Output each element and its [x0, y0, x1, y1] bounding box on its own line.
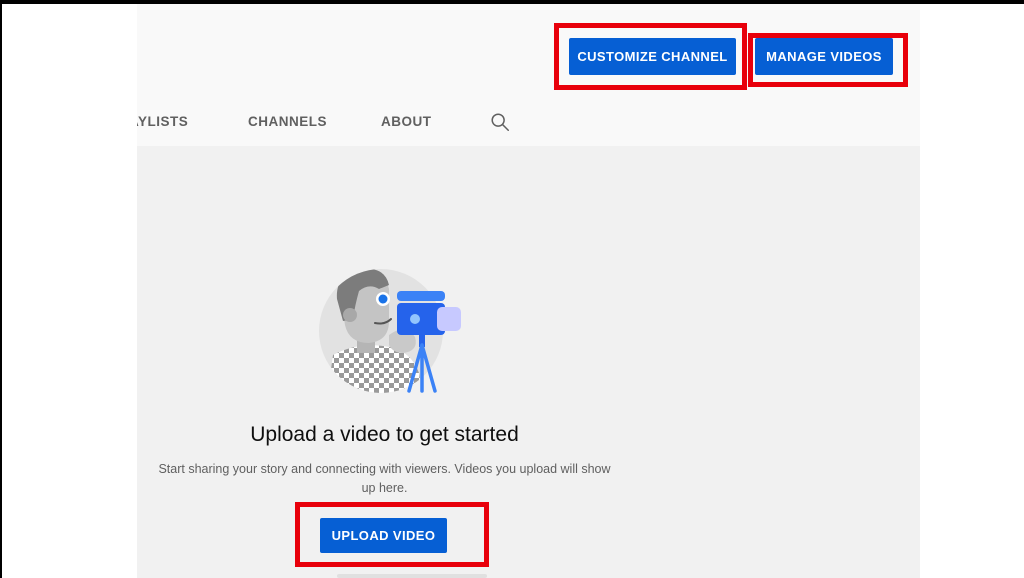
empty-state-title: Upload a video to get started	[250, 423, 519, 446]
tab-channels[interactable]: CHANNELS	[248, 114, 327, 129]
upload-video-button[interactable]: UPLOAD VIDEO	[320, 518, 447, 553]
manage-videos-button[interactable]: MANAGE VIDEOS	[755, 38, 893, 75]
frame-left-border	[0, 0, 2, 578]
camera-person-illustration	[319, 269, 461, 393]
tab-playlists[interactable]: AYLISTS	[137, 114, 188, 129]
customize-channel-button[interactable]: CUSTOMIZE CHANNEL	[569, 38, 736, 75]
tab-about[interactable]: ABOUT	[381, 114, 432, 129]
bottom-placeholder	[337, 574, 487, 578]
channel-page: CUSTOMIZE CHANNEL MANAGE VIDEOS AYLISTS …	[137, 4, 920, 578]
empty-state-subtitle: Start sharing your story and connecting …	[158, 462, 611, 495]
search-icon[interactable]	[489, 111, 511, 133]
